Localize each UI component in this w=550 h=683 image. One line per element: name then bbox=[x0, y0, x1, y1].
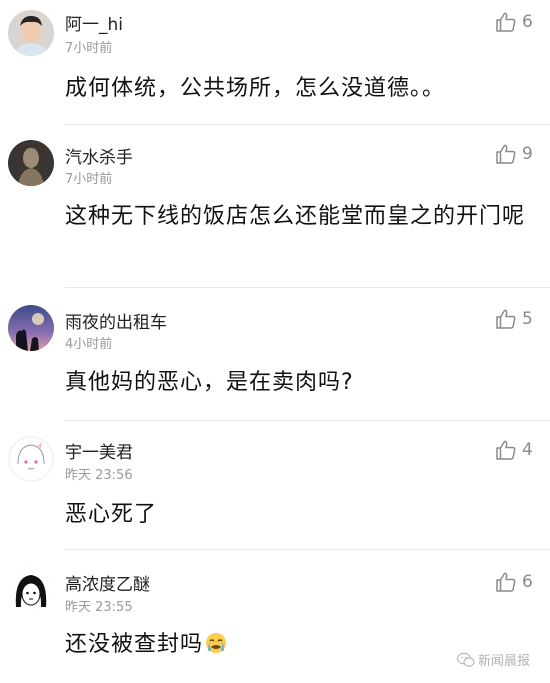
comment-text: 恶心死了 bbox=[65, 502, 158, 527]
comment-text: 成何体统，公共场所，怎么没道德。。 bbox=[65, 76, 446, 101]
like-count: 5 bbox=[522, 309, 533, 329]
night-silhouette-icon bbox=[8, 305, 54, 351]
thumbs-up-icon bbox=[496, 440, 516, 460]
source-watermark: 新闻晨报 bbox=[457, 650, 530, 669]
thumbs-up-icon bbox=[496, 309, 516, 329]
username[interactable]: 宇一美君 bbox=[65, 438, 133, 463]
thumbs-up-icon bbox=[496, 12, 516, 32]
user-avatar[interactable] bbox=[8, 567, 54, 613]
user-avatar[interactable] bbox=[8, 305, 54, 351]
comment-time: 4小时前 bbox=[65, 337, 113, 352]
user-avatar[interactable] bbox=[8, 436, 54, 482]
divider bbox=[65, 420, 550, 421]
divider bbox=[65, 549, 550, 550]
like-button[interactable]: 6 bbox=[494, 569, 544, 595]
comment-time: 7小时前 bbox=[65, 172, 113, 187]
crying-face-emoji-icon bbox=[206, 633, 227, 653]
username[interactable]: 高浓度乙醚 bbox=[65, 570, 150, 595]
thumbs-up-icon bbox=[496, 572, 516, 592]
like-count: 9 bbox=[522, 144, 533, 164]
divider bbox=[65, 287, 550, 288]
divider bbox=[65, 124, 550, 125]
like-button[interactable]: 9 bbox=[494, 141, 544, 167]
like-button[interactable]: 4 bbox=[494, 437, 544, 463]
black-hair-cartoon-icon bbox=[8, 567, 54, 613]
like-button[interactable]: 5 bbox=[494, 306, 544, 332]
username[interactable]: 阿一_hi bbox=[65, 10, 123, 35]
username[interactable]: 汽水杀手 bbox=[65, 143, 133, 168]
like-count: 4 bbox=[522, 440, 533, 460]
comment-time: 昨天 23:55 bbox=[65, 600, 133, 615]
username[interactable]: 雨夜的出租车 bbox=[65, 308, 167, 333]
like-button[interactable]: 6 bbox=[494, 9, 544, 35]
user-avatar[interactable] bbox=[8, 10, 54, 56]
comment-time: 昨天 23:56 bbox=[65, 468, 133, 483]
like-count: 6 bbox=[522, 12, 533, 32]
anime-girl-sketch-icon bbox=[8, 436, 54, 482]
young-man-portrait-icon bbox=[8, 10, 54, 56]
comment-text: 真他妈的恶心，是在卖肉吗? bbox=[65, 370, 354, 395]
terracotta-warrior-icon bbox=[8, 140, 54, 186]
comment-text-content: 还没被查封吗 bbox=[65, 632, 204, 657]
like-count: 6 bbox=[522, 572, 533, 592]
user-avatar[interactable] bbox=[8, 140, 54, 186]
wechat-icon bbox=[457, 652, 475, 667]
thumbs-up-icon bbox=[496, 144, 516, 164]
comment-text: 这种无下线的饭店怎么还能堂而皇之的开门呢 bbox=[65, 204, 526, 229]
watermark-text: 新闻晨报 bbox=[478, 654, 531, 669]
comment-time: 7小时前 bbox=[65, 41, 113, 56]
